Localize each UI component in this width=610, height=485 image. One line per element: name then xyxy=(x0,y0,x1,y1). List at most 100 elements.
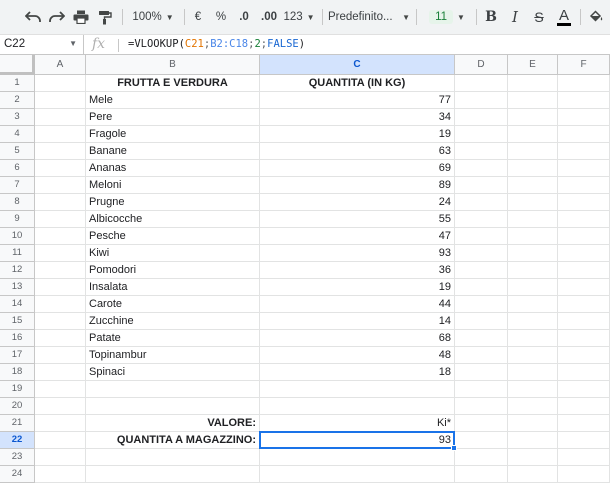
cell[interactable] xyxy=(508,449,558,466)
column-header-f[interactable]: F xyxy=(558,55,610,75)
row-header-23[interactable]: 23 xyxy=(0,449,35,466)
lookup-value-cell[interactable]: Ki* xyxy=(260,415,455,432)
cell[interactable] xyxy=(508,432,558,449)
item-qty-cell[interactable]: 18 xyxy=(260,364,455,381)
cell[interactable] xyxy=(508,330,558,347)
formula-input[interactable]: =VLOOKUP(C21;B2:C18;2;FALSE) xyxy=(128,38,305,50)
result-label-cell[interactable]: QUANTITA A MAGAZZINO: xyxy=(86,432,260,449)
row-header-16[interactable]: 16 xyxy=(0,330,35,347)
cell[interactable] xyxy=(86,466,260,483)
item-qty-cell[interactable]: 69 xyxy=(260,160,455,177)
cell[interactable] xyxy=(558,160,610,177)
item-qty-cell[interactable]: 68 xyxy=(260,330,455,347)
cell[interactable] xyxy=(35,415,86,432)
cell[interactable] xyxy=(508,466,558,483)
cell[interactable] xyxy=(260,466,455,483)
cell[interactable] xyxy=(35,160,86,177)
item-name-cell[interactable]: Topinambur xyxy=(86,347,260,364)
cell[interactable] xyxy=(35,211,86,228)
cell[interactable] xyxy=(35,330,86,347)
item-qty-cell[interactable]: 36 xyxy=(260,262,455,279)
cell[interactable] xyxy=(455,415,508,432)
column-header-e[interactable]: E xyxy=(508,55,558,75)
fill-handle[interactable] xyxy=(451,445,457,451)
cell[interactable] xyxy=(508,381,558,398)
cell[interactable] xyxy=(260,381,455,398)
cell[interactable] xyxy=(35,109,86,126)
cell[interactable] xyxy=(558,466,610,483)
header-cell-quantita[interactable]: QUANTITA (IN KG) xyxy=(260,75,455,92)
cell[interactable] xyxy=(558,75,610,92)
cell[interactable] xyxy=(508,143,558,160)
item-qty-cell[interactable]: 89 xyxy=(260,177,455,194)
item-qty-cell[interactable]: 48 xyxy=(260,347,455,364)
cell[interactable] xyxy=(35,262,86,279)
cell[interactable] xyxy=(508,364,558,381)
cell[interactable] xyxy=(558,432,610,449)
cell[interactable] xyxy=(508,415,558,432)
cell[interactable] xyxy=(35,296,86,313)
item-name-cell[interactable]: Banane xyxy=(86,143,260,160)
cell[interactable] xyxy=(558,415,610,432)
cell[interactable] xyxy=(455,245,508,262)
cell[interactable] xyxy=(558,313,610,330)
cell[interactable] xyxy=(508,109,558,126)
row-header-13[interactable]: 13 xyxy=(0,279,35,296)
item-name-cell[interactable]: Pesche xyxy=(86,228,260,245)
currency-button[interactable]: € xyxy=(190,6,206,28)
row-header-17[interactable]: 17 xyxy=(0,347,35,364)
row-header-1[interactable]: 1 xyxy=(0,75,35,92)
cell[interactable] xyxy=(508,296,558,313)
cell[interactable] xyxy=(508,245,558,262)
cell[interactable] xyxy=(508,126,558,143)
cell[interactable] xyxy=(35,177,86,194)
name-box[interactable]: C22 ▼ xyxy=(0,35,84,55)
spreadsheet-grid[interactable]: A B C D E F 1 FRUTTA E VERDURA QUANTITA (IN KG) 2… xyxy=(0,55,610,485)
cell[interactable] xyxy=(558,279,610,296)
cell[interactable] xyxy=(508,75,558,92)
cell[interactable] xyxy=(508,347,558,364)
cell[interactable] xyxy=(455,177,508,194)
item-qty-cell[interactable]: 47 xyxy=(260,228,455,245)
cell[interactable] xyxy=(35,381,86,398)
row-header-24[interactable]: 24 xyxy=(0,466,35,483)
item-name-cell[interactable]: Insalata xyxy=(86,279,260,296)
row-header-14[interactable]: 14 xyxy=(0,296,35,313)
row-header-19[interactable]: 19 xyxy=(0,381,35,398)
cell[interactable] xyxy=(35,466,86,483)
cell[interactable] xyxy=(508,262,558,279)
column-header-c[interactable]: C xyxy=(260,55,455,75)
item-qty-cell[interactable]: 34 xyxy=(260,109,455,126)
more-formats-select[interactable]: 123 ▼ xyxy=(282,6,316,28)
cell[interactable] xyxy=(455,449,508,466)
cell[interactable] xyxy=(558,126,610,143)
cell[interactable] xyxy=(508,398,558,415)
cell[interactable] xyxy=(508,279,558,296)
cell[interactable] xyxy=(455,364,508,381)
cell[interactable] xyxy=(455,381,508,398)
cell[interactable] xyxy=(455,126,508,143)
undo-icon[interactable] xyxy=(22,6,44,28)
item-name-cell[interactable]: Prugne xyxy=(86,194,260,211)
item-name-cell[interactable]: Mele xyxy=(86,92,260,109)
cell[interactable] xyxy=(558,109,610,126)
row-header-20[interactable]: 20 xyxy=(0,398,35,415)
cell[interactable] xyxy=(35,194,86,211)
cell[interactable] xyxy=(455,279,508,296)
cell[interactable] xyxy=(558,262,610,279)
cell[interactable] xyxy=(558,211,610,228)
cell[interactable] xyxy=(558,364,610,381)
cell[interactable] xyxy=(558,381,610,398)
cell[interactable] xyxy=(558,177,610,194)
cell[interactable] xyxy=(508,92,558,109)
cell[interactable] xyxy=(455,432,508,449)
cell[interactable] xyxy=(508,160,558,177)
fill-color-icon[interactable] xyxy=(586,6,606,28)
cell[interactable] xyxy=(558,143,610,160)
item-name-cell[interactable]: Fragole xyxy=(86,126,260,143)
row-header-5[interactable]: 5 xyxy=(0,143,35,160)
cell[interactable] xyxy=(455,194,508,211)
zoom-select[interactable]: 100% ▼ xyxy=(128,6,178,28)
cell[interactable] xyxy=(455,228,508,245)
cell[interactable] xyxy=(558,194,610,211)
